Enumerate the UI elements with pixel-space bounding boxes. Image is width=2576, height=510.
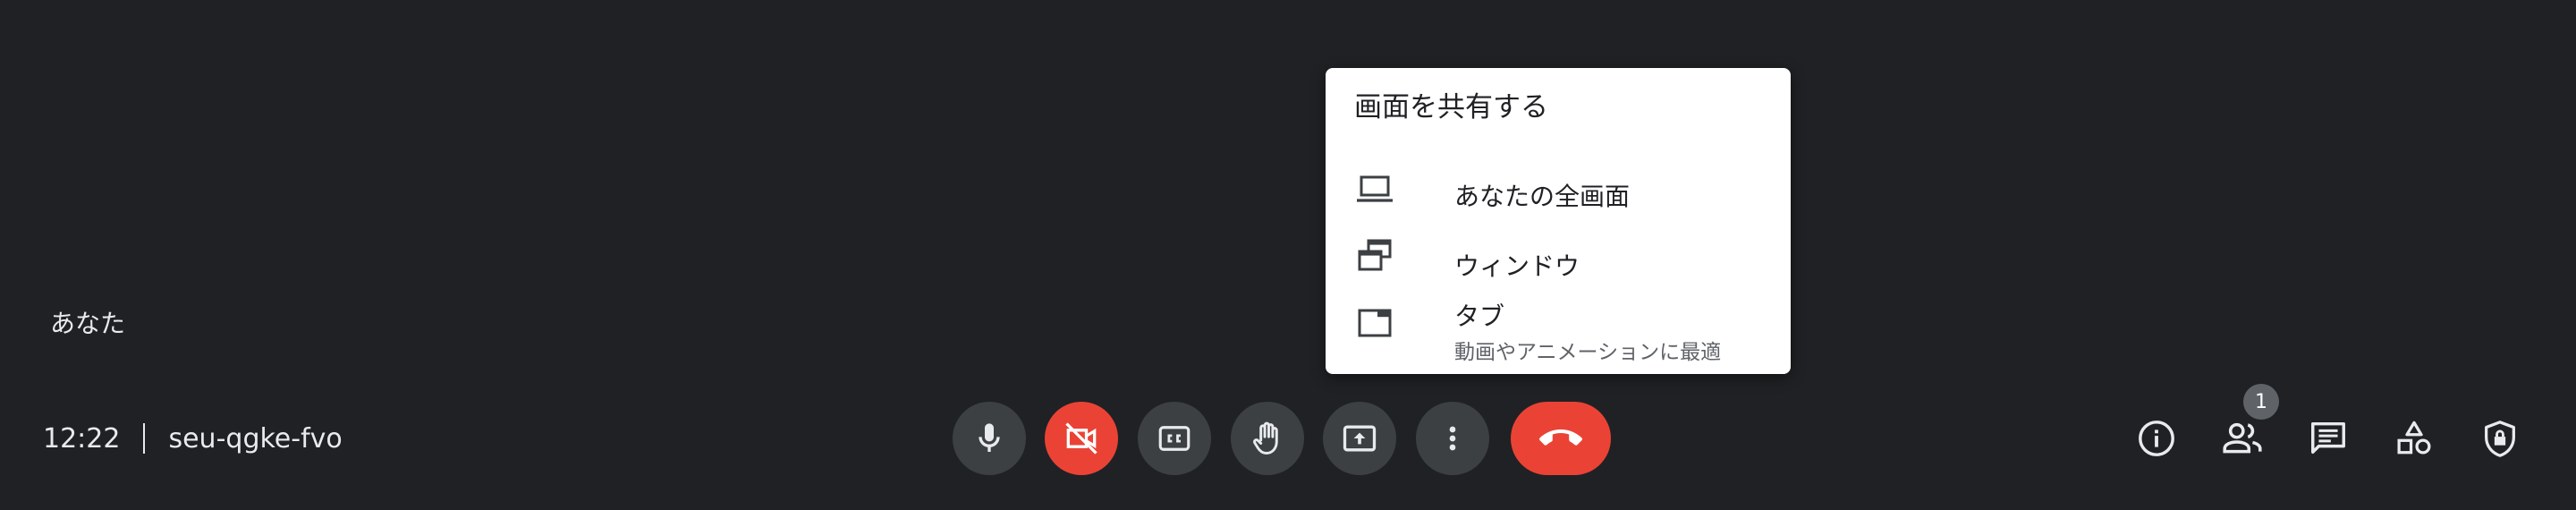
captions-button[interactable] bbox=[1138, 402, 1211, 475]
mic-icon bbox=[979, 423, 1000, 452]
tab-icon bbox=[1352, 301, 1397, 345]
meeting-details-button[interactable] bbox=[2131, 413, 2182, 463]
shapes-icon bbox=[2397, 421, 2431, 455]
info-icon bbox=[2139, 421, 2174, 456]
hand-icon bbox=[1253, 421, 1278, 455]
host-controls-button[interactable] bbox=[2475, 413, 2525, 463]
self-participant-label: あなた bbox=[50, 309, 126, 338]
windows-icon bbox=[1352, 234, 1397, 279]
chat-icon bbox=[2311, 421, 2345, 455]
activities-button[interactable] bbox=[2389, 413, 2439, 463]
share-menu-title: 画面を共有する bbox=[1354, 91, 1548, 123]
divider bbox=[143, 423, 146, 454]
menu-item-label: あなたの全画面 bbox=[1454, 182, 1631, 211]
meeting-code: seu-qgke-fvo bbox=[168, 422, 343, 455]
meeting-time: 12:22 bbox=[43, 422, 121, 455]
closed-caption-icon bbox=[1158, 426, 1191, 451]
more-options-button[interactable] bbox=[1416, 402, 1489, 475]
menu-item-tab[interactable]: タブ 動画やアニメーションに最適 bbox=[1326, 290, 1791, 370]
chat-button[interactable] bbox=[2303, 413, 2353, 463]
more-vert-icon bbox=[1449, 426, 1456, 451]
menu-item-window[interactable]: ウィンドウ bbox=[1326, 229, 1791, 293]
present-button[interactable] bbox=[1323, 402, 1396, 475]
share-screen-menu: 画面を共有する あなたの全画面 ウィンドウ タブ 動画やアニメーションに最適 bbox=[1326, 68, 1791, 374]
laptop-icon bbox=[1352, 166, 1397, 211]
call-end-icon bbox=[1539, 429, 1582, 446]
shield-lock-icon bbox=[2485, 421, 2515, 457]
raise-hand-button[interactable] bbox=[1231, 402, 1304, 475]
leave-call-button[interactable] bbox=[1511, 402, 1611, 475]
people-icon bbox=[2223, 422, 2262, 454]
participant-count-badge: 1 bbox=[2243, 384, 2279, 420]
camera-off-button[interactable] bbox=[1045, 402, 1118, 475]
meeting-stage: あなた 12:22 seu-qgke-fvo 1 画面を共有する あなたの全画面… bbox=[0, 0, 2576, 510]
microphone-button[interactable] bbox=[953, 402, 1026, 475]
menu-item-entire-screen[interactable]: あなたの全画面 bbox=[1326, 159, 1791, 224]
meeting-info: 12:22 seu-qgke-fvo bbox=[43, 419, 343, 458]
menu-item-description: 動画やアニメーションに最適 bbox=[1454, 341, 1722, 364]
present-screen-icon bbox=[1343, 425, 1377, 452]
videocam-off-icon bbox=[1065, 422, 1097, 455]
menu-item-label: タブ bbox=[1454, 302, 1505, 331]
menu-item-label: ウィンドウ bbox=[1454, 251, 1580, 281]
people-button[interactable] bbox=[2217, 413, 2267, 463]
